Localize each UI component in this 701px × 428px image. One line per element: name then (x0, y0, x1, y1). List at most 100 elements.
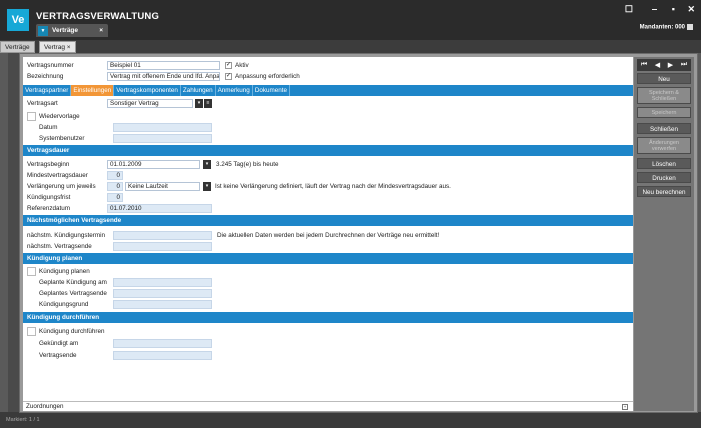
mandant-selector[interactable]: Mandanten: 000 (640, 24, 693, 31)
document-tabs: Verträge Vertrag × (0, 40, 701, 53)
geplante-kuendigung-label: Geplante Kündigung am (39, 279, 107, 286)
vertragsart-select[interactable]: Sonstiger Vertrag (107, 99, 193, 108)
chevron-down-icon[interactable]: ▾ (203, 182, 211, 191)
tab-anmerkung[interactable]: Anmerkung (216, 85, 253, 96)
naechst-ende-field (113, 242, 212, 251)
anpassung-label: Anpassung erforderlich (235, 73, 300, 80)
section-vertragsdauer: Vertragsdauer (23, 145, 633, 156)
discard-changes-button[interactable]: Änderungen verwerfen (637, 137, 691, 154)
zuordnungen-bar[interactable]: Zuordnungen + (23, 401, 633, 411)
edit-icon[interactable]: ≡ (204, 99, 212, 108)
datum-field[interactable] (113, 123, 212, 132)
app-title: VERTRAGSVERWALTUNG (36, 11, 160, 22)
tab-zahlungen[interactable]: Zahlungen (181, 85, 216, 96)
title-bar: Ve VERTRAGSVERWALTUNG ▼ Verträge × ☐ ‒ ▪… (0, 0, 701, 40)
geplante-kuendigung-field[interactable] (113, 278, 212, 287)
vertragsart-label: Vertragsart (27, 100, 58, 107)
recalculate-button[interactable]: Neu berechnen (637, 186, 691, 197)
vertragsbeginn-field[interactable]: 01.01.2009 (107, 160, 200, 169)
app-logo: Ve (7, 9, 29, 31)
verlaengerung-select[interactable]: Keine Laufzeit (125, 182, 200, 191)
kuendigung-durchfuehren-checkbox[interactable] (27, 327, 36, 336)
chevron-down-icon[interactable]: ▾ (195, 99, 203, 108)
bezeichnung-label: Bezeichnung (27, 73, 64, 80)
first-record-icon[interactable]: ⏮ (641, 61, 647, 69)
gekuendigt-am-field[interactable] (113, 339, 212, 348)
kuendigungsfrist-label: Kündigungsfrist (27, 194, 71, 201)
action-sidebar: ⏮ ◀ ▶ ⏭ Neu Speichern & Schließen Speich… (634, 57, 694, 411)
zuordnungen-label: Zuordnungen (26, 403, 64, 410)
naechst-ende-label: nächstm. Vertragsende (27, 243, 92, 250)
section-kuendigung-planen: Kündigung planen (23, 253, 633, 264)
aktiv-checkbox[interactable]: ✓ (225, 62, 232, 69)
tab-vertrag[interactable]: Vertrag × (39, 41, 76, 53)
wiedervorlage-checkbox[interactable] (27, 112, 36, 121)
previous-record-icon[interactable]: ◀ (655, 61, 660, 69)
mindestdauer-field[interactable]: 0 (107, 171, 123, 180)
section-naechstmoeglich: Nächstmöglichen Vertragsende (23, 215, 633, 226)
mandant-label: Mandanten: 000 (639, 24, 685, 31)
kuendigungsfrist-field[interactable]: 0 (107, 193, 123, 202)
maximize-icon[interactable]: ▪ (672, 4, 675, 14)
datum-label: Datum (39, 124, 58, 131)
tab-einstellungen[interactable]: Einstellungen (71, 85, 115, 96)
record-navigation: ⏮ ◀ ▶ ⏭ (637, 59, 691, 71)
close-icon[interactable]: × (99, 27, 103, 34)
anpassung-checkbox[interactable]: ✓ (225, 73, 232, 80)
tab-vertragspartner[interactable]: Vertragspartner (23, 85, 72, 96)
section-kuendigung-durchfuehren: Kündigung durchführen (23, 312, 633, 323)
verlaengerung-info: Ist keine Verlängerung definiert, läuft … (215, 183, 451, 190)
systembenutzer-label: Systembenutzer (39, 135, 85, 142)
naechst-info: Die aktuellen Daten werden bei jedem Dur… (217, 232, 440, 239)
verlaengerung-label: Verlängerung um jeweils (27, 183, 96, 190)
delete-button[interactable]: Löschen (637, 158, 691, 169)
kuendigung-planen-checkbox[interactable] (27, 267, 36, 276)
geplantes-ende-field[interactable] (113, 289, 212, 298)
referenzdatum-label: Referenzdatum (27, 205, 71, 212)
status-bar: Markiert: 1 / 1 (0, 412, 701, 428)
tab-vertraege[interactable]: Verträge (0, 41, 35, 53)
geplantes-ende-label: Geplantes Vertragsende (39, 290, 107, 297)
vertragsbeginn-info: 3.245 Tag(e) bis heute (216, 161, 279, 168)
app-tab-label: Verträge (52, 27, 79, 34)
kuendigungsgrund-field[interactable] (113, 300, 212, 309)
systembenutzer-field[interactable] (113, 134, 212, 143)
vertragsbeginn-label: Vertragsbeginn (27, 161, 70, 168)
expand-icon[interactable]: + (622, 404, 628, 410)
naechst-termin-label: nächstm. Kündigungstermin (27, 232, 106, 239)
tab-dokumente[interactable]: Dokumente (253, 85, 291, 96)
chat-icon[interactable]: ☐ (625, 4, 633, 15)
wiedervorlage-label: Wiedervorlage (39, 113, 80, 120)
kuendigungsgrund-label: Kündigungsgrund (39, 301, 89, 308)
save-button[interactable]: Speichern (637, 107, 691, 118)
kuendigung-durchfuehren-label: Kündigung durchführen (39, 328, 105, 335)
new-button[interactable]: Neu (637, 73, 691, 84)
tab-vertragskomponenten[interactable]: Vertragskomponenten (114, 85, 181, 96)
background-panel (0, 53, 8, 413)
vertragsnummer-field[interactable]: Beispiel 01 (107, 61, 220, 70)
mindestdauer-label: Mindestvertragsdauer (27, 172, 88, 179)
contract-dialog: Vertragsnummer Beispiel 01 ✓ Aktiv Bezei… (19, 53, 698, 413)
vertragsende-label: Vertragsende (39, 352, 77, 359)
chevron-down-icon[interactable]: ▼ (38, 25, 48, 36)
referenzdatum-field: 01.07.2010 (107, 204, 212, 213)
vertragsnummer-label: Vertragsnummer (27, 62, 74, 69)
aktiv-label: Aktiv (235, 62, 249, 69)
bezeichnung-field[interactable]: Vertrag mit offenem Ende und lfd. Anpass… (107, 72, 220, 81)
app-tab-vertraege[interactable]: ▼ Verträge × (36, 24, 108, 37)
verlaengerung-number[interactable]: 0 (107, 182, 123, 191)
contract-form: Vertragsnummer Beispiel 01 ✓ Aktiv Bezei… (23, 57, 633, 411)
vertragsende-field[interactable] (113, 351, 212, 360)
window-close-icon[interactable]: ✕ (687, 4, 695, 15)
close-button[interactable]: Schließen (637, 123, 691, 134)
naechst-termin-field (113, 231, 212, 240)
minimize-icon[interactable]: ‒ (652, 4, 657, 14)
next-record-icon[interactable]: ▶ (668, 61, 673, 69)
save-close-button[interactable]: Speichern & Schließen (637, 87, 691, 104)
subtab-bar: Vertragspartner Einstellungen Vertragsko… (23, 85, 633, 96)
last-record-icon[interactable]: ⏭ (681, 61, 687, 69)
kuendigung-planen-label: Kündigung planen (39, 268, 90, 275)
chevron-down-icon (687, 24, 693, 30)
calendar-icon[interactable]: ▾ (203, 160, 211, 169)
print-button[interactable]: Drucken (637, 172, 691, 183)
